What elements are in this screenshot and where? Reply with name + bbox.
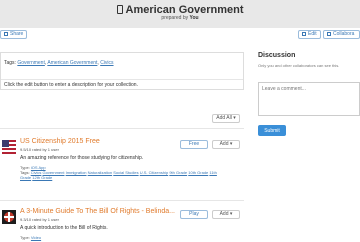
users-icon — [327, 32, 331, 36]
item-rating: 9.5/10 rated by 1 user — [20, 147, 59, 152]
byline-author: You — [189, 15, 199, 21]
item-title[interactable]: US Citizenship 2015 Free — [20, 138, 100, 145]
tag-link[interactable]: 12th Grade — [32, 175, 52, 180]
tag-link[interactable]: Social Studies — [113, 170, 138, 175]
page-header: American Government prepared by You — [0, 0, 360, 28]
item-meta: Type: iOS App Tags: Civics Government Im… — [20, 165, 220, 180]
edit-button[interactable]: Edit — [298, 30, 321, 39]
tag-link[interactable]: American Government — [47, 60, 97, 66]
flag-thumbnail-icon — [2, 140, 16, 154]
document-icon — [116, 5, 123, 14]
byline: prepared by You — [0, 15, 360, 21]
submit-button[interactable]: Submit — [258, 125, 286, 136]
item-description: A quick introduction to the Bill of Righ… — [20, 225, 108, 231]
discussion-subtitle: Only you and other collaborators can see… — [258, 63, 340, 68]
add-all-dropdown[interactable]: Add All ▾ — [212, 114, 240, 123]
share-icon — [4, 32, 8, 36]
tag-link[interactable]: U.S. Citizenship — [140, 170, 168, 175]
share-label: Share — [10, 31, 24, 37]
chevron-down-icon: ▾ — [229, 211, 233, 217]
list-item: A 3-Minute Guide To The Bill Of Rights -… — [0, 208, 244, 242]
add-all-label: Add All — [216, 115, 232, 121]
add-label: Add — [219, 211, 229, 217]
video-thumbnail-icon — [2, 210, 16, 224]
type-label: Type: — [20, 235, 30, 240]
collaborate-label: Collabora — [333, 31, 355, 37]
collection-info-panel: Tags: Government, American Government, C… — [0, 52, 244, 90]
comment-input[interactable] — [258, 82, 360, 116]
item-rating: 9.3/10 rated by 1 user — [20, 217, 59, 222]
divider — [0, 128, 244, 129]
play-button[interactable]: Play — [180, 210, 208, 219]
type-link[interactable]: Video — [31, 235, 41, 240]
tag-link[interactable]: Government — [17, 60, 45, 66]
toolbar: Share Edit Collabora — [0, 30, 360, 42]
pencil-icon — [302, 32, 306, 36]
tag-link[interactable]: Naturalization — [88, 170, 112, 175]
collaborate-button[interactable]: Collabora — [323, 30, 360, 39]
free-button[interactable]: Free — [180, 140, 208, 149]
item-description: An amazing reference for those studying … — [20, 155, 144, 161]
collection-description[interactable]: Click the edit button to enter a descrip… — [1, 79, 243, 89]
tag-link[interactable]: Civics — [100, 60, 113, 66]
item-title[interactable]: A 3-Minute Guide To The Bill Of Rights -… — [20, 208, 175, 215]
add-dropdown[interactable]: Add ▾ — [212, 210, 240, 219]
tag-link[interactable]: 10th Grade — [188, 170, 208, 175]
tag-link[interactable]: 9th Grade — [169, 170, 187, 175]
divider — [0, 200, 244, 201]
list-item: US Citizenship 2015 Free 9.5/10 rated by… — [0, 138, 244, 196]
edit-label: Edit — [308, 31, 317, 37]
collection-tags: Tags: Government, American Government, C… — [4, 60, 114, 66]
add-dropdown[interactable]: Add ▾ — [212, 140, 240, 149]
chevron-down-icon: ▾ — [233, 115, 236, 121]
title-row: American Government — [0, 0, 360, 16]
share-button[interactable]: Share — [0, 30, 28, 39]
tag-link[interactable]: Immigration — [66, 170, 87, 175]
item-meta: Type: Video — [20, 235, 220, 240]
byline-prefix: prepared by — [161, 15, 189, 21]
discussion-panel: Discussion Only you and other collaborat… — [258, 52, 360, 136]
chevron-down-icon: ▾ — [229, 141, 233, 147]
add-label: Add — [219, 141, 229, 147]
tags-label: Tags: — [4, 60, 16, 66]
discussion-title: Discussion — [258, 52, 296, 59]
